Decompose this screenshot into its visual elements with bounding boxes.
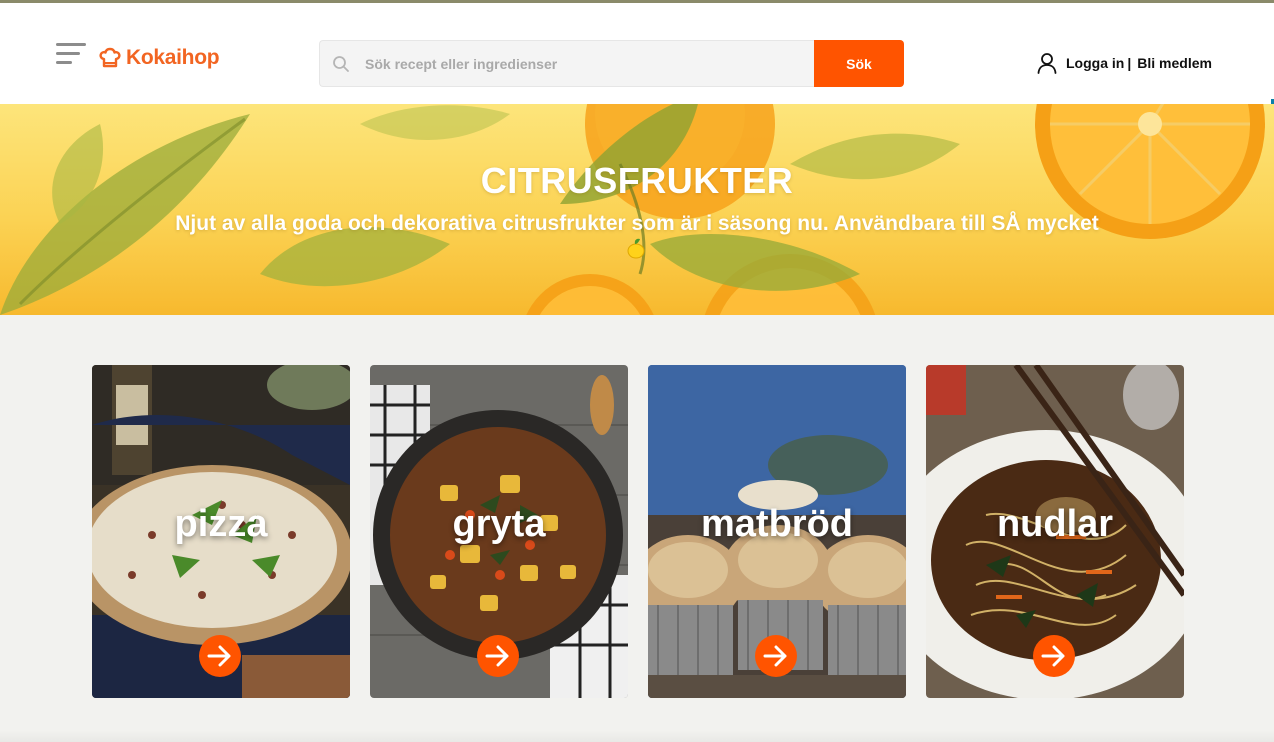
hero-subtitle: Njut av alla goda och dekorativa citrusf… [175, 212, 1099, 235]
site-header: Kokaihop Sök Logga in | Bli medlem [0, 0, 1274, 107]
search-bar: Sök [319, 40, 904, 87]
arrow-right-icon[interactable] [1033, 635, 1075, 677]
signup-link[interactable]: Bli medlem [1137, 55, 1212, 71]
category-label: matbröd [701, 503, 853, 545]
arrow-right-icon[interactable] [477, 635, 519, 677]
category-label: nudlar [996, 503, 1114, 545]
search-icon [333, 56, 349, 72]
account-separator: | [1127, 55, 1132, 71]
account-links: Logga in | Bli medlem [1036, 51, 1212, 75]
chef-hat-icon [99, 47, 121, 68]
brand-logo[interactable]: Kokaihop [98, 43, 220, 73]
arrow-right-icon[interactable] [199, 635, 241, 677]
search-field[interactable] [319, 40, 814, 87]
category-label: gryta [452, 503, 546, 545]
category-label: pizza [174, 503, 268, 545]
page-bottom-shadow [0, 730, 1274, 742]
category-card-gryta[interactable]: gryta [370, 365, 628, 698]
hero-banner[interactable]: CITRUSFRUKTER Njut av alla goda och deko… [0, 104, 1274, 315]
category-card-pizza[interactable]: pizza [92, 365, 350, 698]
hero-title: CITRUSFRUKTER [480, 160, 794, 201]
user-icon [1037, 53, 1057, 74]
category-cards: pizza gryta matbröd nudlar [92, 365, 1184, 698]
hamburger-menu-icon[interactable] [56, 43, 88, 69]
citrus-background-image [0, 104, 1265, 315]
category-card-matbrod[interactable]: matbröd [648, 365, 906, 698]
lemon-emoji-icon [627, 238, 645, 259]
login-link[interactable]: Logga in [1066, 55, 1124, 71]
arrow-right-icon[interactable] [755, 635, 797, 677]
search-input[interactable] [365, 41, 805, 86]
category-card-nudlar[interactable]: nudlar [926, 365, 1184, 698]
search-button[interactable]: Sök [814, 40, 904, 87]
brand-name: Kokaihop [126, 46, 220, 69]
